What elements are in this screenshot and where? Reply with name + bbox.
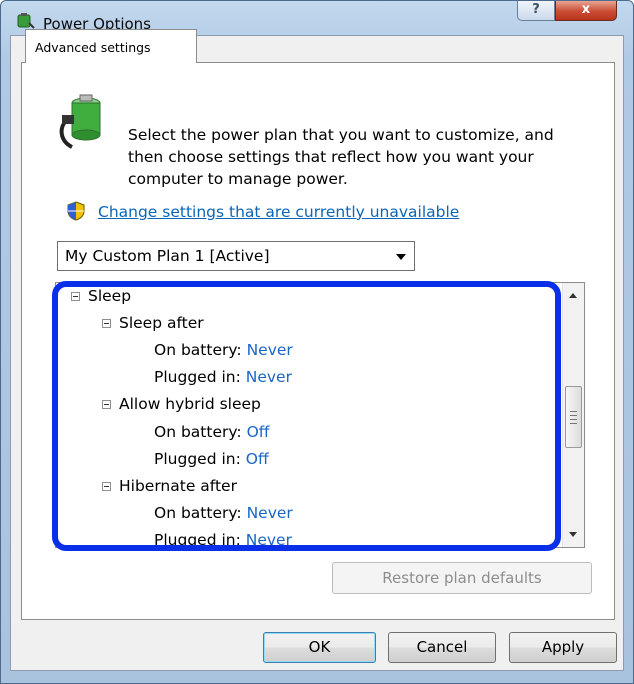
tree-label: Sleep xyxy=(88,287,132,305)
power-plan-select[interactable]: My Custom Plan 1 [Active] xyxy=(57,241,415,271)
setting-value[interactable]: Never xyxy=(246,368,292,386)
tree-setting-row[interactable]: Plugged in: Never xyxy=(154,368,292,390)
settings-tree[interactable]: Sleep Sleep after On battery: Never Plug… xyxy=(55,282,585,548)
tree-label: Allow hybrid sleep xyxy=(119,395,261,413)
setting-label: Plugged in: xyxy=(154,368,241,386)
tree-setting-row[interactable]: On battery: Never xyxy=(154,504,293,526)
setting-value[interactable]: Never xyxy=(247,341,293,359)
tab-label: Advanced settings xyxy=(35,40,151,55)
setting-value[interactable]: Never xyxy=(247,504,293,522)
battery-plug-icon xyxy=(59,94,101,149)
collapse-icon[interactable] xyxy=(102,482,111,491)
setting-value[interactable]: Off xyxy=(246,450,269,468)
setting-label: Plugged in: xyxy=(154,450,241,468)
setting-label: Plugged in: xyxy=(154,531,241,548)
tree-setting-row[interactable]: Plugged in: Never xyxy=(154,531,292,548)
power-options-icon xyxy=(17,13,35,29)
close-button[interactable]: x xyxy=(555,1,617,21)
power-options-window: Power Options ? x Advanced settings Sele… xyxy=(0,0,634,684)
setting-label: On battery: xyxy=(154,423,242,441)
scroll-down-icon[interactable] xyxy=(569,532,577,537)
scrollbar-thumb[interactable] xyxy=(565,386,582,448)
tree-scrollbar[interactable] xyxy=(562,283,584,547)
tree-setting-row[interactable]: Plugged in: Off xyxy=(154,450,269,472)
uac-shield-icon xyxy=(67,201,85,221)
setting-value[interactable]: Off xyxy=(247,423,270,441)
chevron-down-icon xyxy=(396,254,406,260)
apply-button[interactable]: Apply xyxy=(509,632,617,663)
tab-advanced-settings[interactable]: Advanced settings xyxy=(25,29,197,63)
tree-label: Hibernate after xyxy=(119,477,237,495)
scroll-up-icon[interactable] xyxy=(569,293,577,298)
help-button[interactable]: ? xyxy=(517,1,555,21)
collapse-icon[interactable] xyxy=(71,292,80,301)
power-plan-value: My Custom Plan 1 [Active] xyxy=(65,247,270,265)
restore-defaults-button[interactable]: Restore plan defaults xyxy=(332,562,592,594)
setting-value[interactable]: Never xyxy=(246,531,292,547)
grip-line xyxy=(570,419,577,420)
tree-setting-row[interactable]: On battery: Never xyxy=(154,341,293,363)
grip-line xyxy=(570,423,577,424)
ok-button[interactable]: OK xyxy=(263,632,376,663)
close-icon: x xyxy=(581,2,591,17)
grip-line xyxy=(570,415,577,416)
cancel-button[interactable]: Cancel xyxy=(388,632,496,663)
grip-line xyxy=(570,411,577,412)
setting-label: On battery: xyxy=(154,341,242,359)
tree-setting-row[interactable]: On battery: Off xyxy=(154,423,269,445)
tree-label: Sleep after xyxy=(119,314,204,332)
change-settings-link[interactable]: Change settings that are currently unava… xyxy=(98,203,459,221)
collapse-icon[interactable] xyxy=(102,319,111,328)
collapse-icon[interactable] xyxy=(102,400,111,409)
setting-label: On battery: xyxy=(154,504,242,522)
intro-text: Select the power plan that you want to c… xyxy=(128,126,554,188)
